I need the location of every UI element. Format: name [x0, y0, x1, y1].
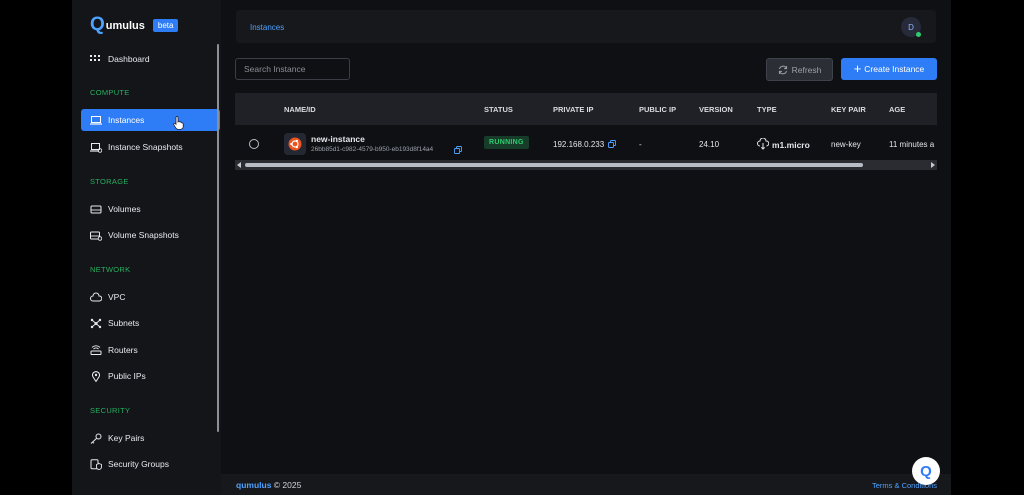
drive-icon — [89, 203, 103, 215]
cloud-icon — [89, 291, 103, 303]
section-compute: COMPUTE — [90, 88, 130, 97]
create-instance-button[interactable]: + Create Instance — [841, 58, 937, 80]
top-bar: Instances D — [236, 10, 936, 43]
sidebar-item-volume-snapshots[interactable]: Volume Snapshots — [81, 224, 220, 246]
horizontal-scrollbar[interactable] — [235, 160, 937, 170]
hand-cursor-icon — [173, 116, 184, 130]
copy-icon[interactable] — [454, 146, 462, 154]
sidebar-scrollbar[interactable] — [217, 44, 219, 432]
laptop-icon — [89, 114, 103, 126]
sidebar-item-instances[interactable]: Instances — [81, 109, 220, 131]
sidebar-item-label: Security Groups — [108, 459, 169, 469]
section-network: NETWORK — [90, 265, 131, 274]
key-icon — [89, 432, 103, 444]
help-chat-button[interactable]: Q — [912, 457, 940, 485]
copy-icon[interactable] — [608, 140, 616, 148]
section-storage: STORAGE — [90, 177, 129, 186]
beta-badge: beta — [152, 19, 179, 32]
breadcrumb[interactable]: Instances — [250, 23, 284, 32]
logo[interactable]: Q umulus beta — [90, 14, 179, 35]
sidebar-item-label: Subnets — [108, 318, 140, 328]
sidebar-item-label: Key Pairs — [108, 433, 145, 443]
grid-icon — [89, 53, 103, 65]
sidebar-item-routers[interactable]: Routers — [81, 339, 220, 361]
version: 24.10 — [699, 140, 720, 149]
private-ip: 192.168.0.233 — [553, 140, 605, 149]
plus-icon: + — [853, 61, 862, 76]
sidebar-item-instance-snapshots[interactable]: Instance Snapshots — [81, 136, 220, 158]
ubuntu-icon — [284, 133, 306, 155]
refresh-button-label: Refresh — [791, 64, 822, 75]
refresh-button[interactable]: Refresh — [766, 58, 833, 81]
column-header[interactable]: TYPE — [757, 105, 777, 114]
footer: qumulus © 2025 Terms & Conditions — [221, 474, 951, 495]
app-window: Q umulus beta Dashboard COMPUTE Instance… — [72, 0, 951, 495]
sidebar: Q umulus beta Dashboard COMPUTE Instance… — [72, 0, 221, 495]
instances-table: NAME/ID STATUS PRIVATE IP PUBLIC IP VERS… — [235, 93, 937, 172]
column-header[interactable]: AGE — [889, 105, 905, 114]
instance-type: m1.micro — [772, 140, 810, 150]
sidebar-item-vpc[interactable]: VPC — [81, 286, 220, 308]
sidebar-item-subnets[interactable]: Subnets — [81, 312, 220, 334]
column-header[interactable]: KEY PAIR — [831, 105, 866, 114]
sidebar-item-label: VPC — [108, 292, 126, 302]
instance-name-link[interactable]: new-instance — [311, 134, 365, 144]
scroll-left-arrow-icon[interactable] — [237, 162, 241, 168]
logo-text: umulus — [105, 20, 145, 32]
column-header[interactable]: VERSION — [699, 105, 733, 114]
help-chat-label: Q — [920, 462, 932, 480]
sidebar-item-key-pairs[interactable]: Key Pairs — [81, 427, 220, 449]
column-header[interactable]: PRIVATE IP — [553, 105, 594, 114]
sidebar-item-label: Public IPs — [108, 371, 146, 381]
footer-copyright: © 2025 — [273, 480, 302, 490]
sidebar-item-security-groups[interactable]: Security Groups — [81, 453, 220, 475]
sidebar-item-label: Instances — [108, 115, 145, 125]
sidebar-item-label: Volumes — [108, 204, 141, 214]
cloud-download-icon — [757, 138, 769, 150]
instance-id: 26bb85d1-c982-4579-b950-eb193d8f14a4 — [311, 146, 434, 153]
row-select-radio[interactable] — [249, 139, 259, 149]
create-instance-label: Create Instance — [864, 64, 925, 74]
age: 11 minutes a — [889, 140, 935, 149]
sidebar-item-dashboard[interactable]: Dashboard — [81, 48, 220, 70]
network-nodes-icon — [89, 317, 103, 329]
table-header: NAME/ID STATUS PRIVATE IP PUBLIC IP VERS… — [235, 93, 937, 125]
sidebar-item-volumes[interactable]: Volumes — [81, 198, 220, 220]
refresh-icon — [778, 65, 787, 74]
footer-brand-name: qumulus — [236, 480, 272, 490]
section-security: SECURITY — [90, 406, 131, 415]
sidebar-item-label: Dashboard — [108, 54, 150, 64]
router-icon — [89, 344, 103, 356]
online-status-dot — [916, 32, 921, 37]
public-ip: - — [639, 140, 642, 149]
sidebar-item-label: Routers — [108, 345, 138, 355]
column-header[interactable]: PUBLIC IP — [639, 105, 676, 114]
location-pin-icon — [89, 370, 103, 382]
main-content: Instances D Refresh + Create Instance NA… — [221, 0, 951, 495]
drive-snapshot-icon — [89, 229, 103, 241]
shield-group-icon — [89, 458, 103, 470]
column-header[interactable]: NAME/ID — [284, 105, 316, 114]
status-badge: RUNNING — [484, 136, 529, 149]
scroll-right-arrow-icon[interactable] — [931, 162, 935, 168]
logo-mark: Q — [90, 14, 105, 35]
sidebar-item-label: Volume Snapshots — [108, 230, 179, 240]
scrollbar-thumb[interactable] — [245, 163, 863, 167]
search-input[interactable] — [235, 58, 350, 80]
laptop-snapshot-icon — [89, 141, 103, 153]
footer-brand: qumulus © 2025 — [236, 480, 301, 490]
sidebar-item-label: Instance Snapshots — [108, 142, 183, 152]
key-pair: new-key — [831, 140, 861, 149]
sidebar-item-public-ips[interactable]: Public IPs — [81, 365, 220, 387]
column-header[interactable]: STATUS — [484, 105, 513, 114]
